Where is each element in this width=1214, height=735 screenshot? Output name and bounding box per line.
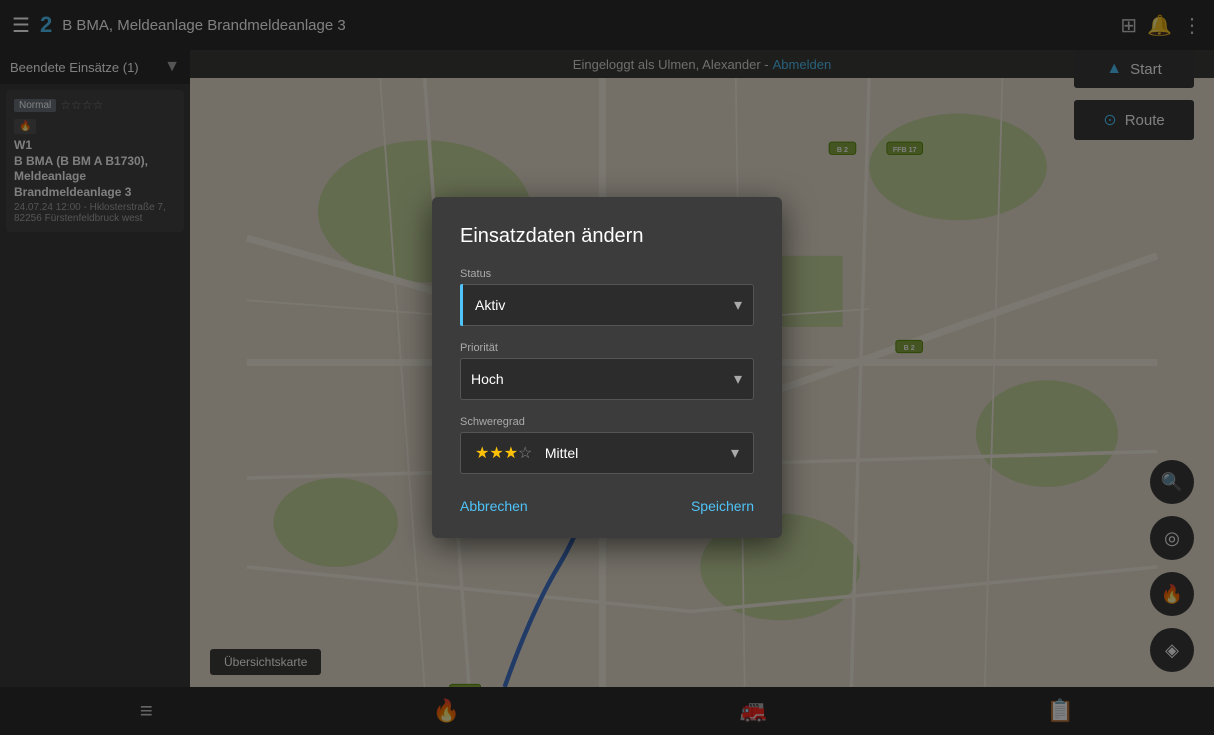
chevron-down-icon: ▾ [731, 443, 739, 463]
severity-select-wrapper: ★★★☆ Mittel ▾ [460, 432, 754, 474]
priority-field: Priorität Hoch Mittel Niedrig ▾ [460, 342, 754, 400]
severity-field: Schweregrad ★★★☆ Mittel ▾ [460, 416, 754, 474]
filled-stars: ★★★ [475, 445, 518, 462]
status-label: Status [460, 268, 754, 280]
status-select[interactable]: Aktiv Inaktiv Abgeschlossen [460, 284, 754, 326]
modal-title: Einsatzdaten ändern [460, 225, 754, 248]
severity-stars: ★★★☆ Mittel [475, 443, 578, 463]
status-field: Status Aktiv Inaktiv Abgeschlossen ▾ [460, 268, 754, 326]
priority-select[interactable]: Hoch Mittel Niedrig [460, 358, 754, 400]
save-button[interactable]: Speichern [691, 498, 754, 514]
priority-label: Priorität [460, 342, 754, 354]
cancel-button[interactable]: Abbrechen [460, 498, 528, 514]
status-select-wrapper: Aktiv Inaktiv Abgeschlossen ▾ [460, 284, 754, 326]
empty-star: ☆ [518, 445, 532, 462]
severity-select-display[interactable]: ★★★☆ Mittel ▾ [460, 432, 754, 474]
modal-footer: Abbrechen Speichern [460, 498, 754, 514]
severity-label: Schweregrad [460, 416, 754, 428]
priority-select-wrapper: Hoch Mittel Niedrig ▾ [460, 358, 754, 400]
modal-overlay: Einsatzdaten ändern Status Aktiv Inaktiv… [0, 0, 1214, 735]
severity-text: Mittel [545, 445, 578, 461]
modal-dialog: Einsatzdaten ändern Status Aktiv Inaktiv… [432, 197, 782, 538]
